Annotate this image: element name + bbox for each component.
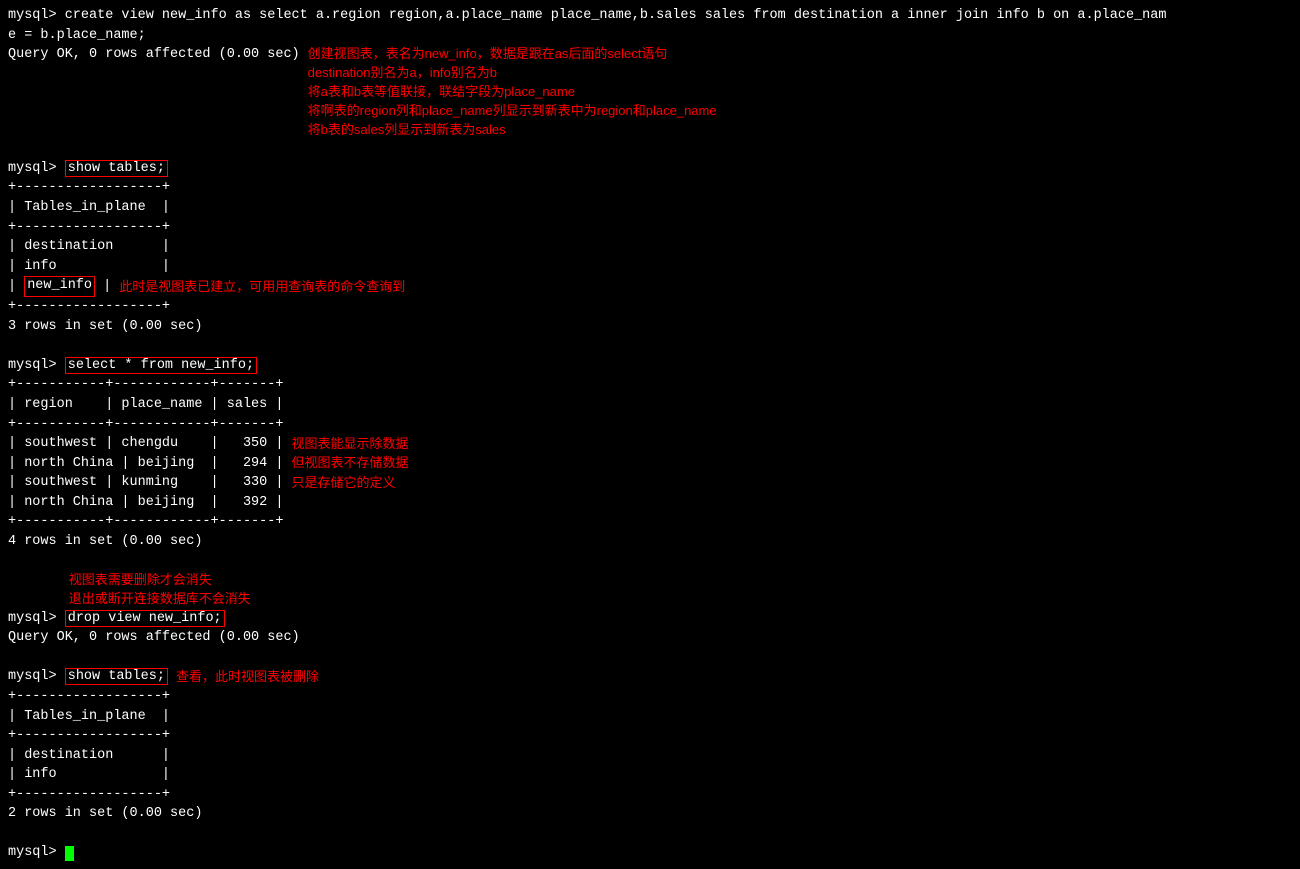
ann5: 查看，此时视图表被删除 [176, 668, 319, 686]
cmd3-line: mysql> select * from new_info; [8, 356, 1292, 376]
table1-footer: +------------------+ [8, 297, 1292, 317]
table2-sep: +-----------+------------+-------+ [8, 415, 1292, 435]
table1-row3-pre: | [8, 277, 24, 297]
blank4 [8, 648, 1292, 668]
ann4-block: mysql> 视图表需要删除才会消失 退出或断开连接数据库不会消失 [8, 571, 1292, 609]
ann1-5: 将b表的sales列显示到新表为sales [308, 121, 717, 140]
table2-count: 4 rows in set (0.00 sec) [8, 532, 1292, 552]
table1-row3-line: | new_info | 此时是视图表已建立，可用用查询表的命令查询到 [8, 276, 1292, 297]
cmd4-boxed: drop view new_info; [65, 610, 225, 627]
cmd2-text: mysql> show tables; [8, 159, 168, 179]
cmd4-pre: mysql> drop view new_info; [8, 609, 225, 629]
table3-r1: | destination | [8, 746, 1292, 766]
table2-row4: | north China | beijing | 392 | [8, 493, 1292, 513]
cmd2-boxed: show tables; [65, 160, 168, 177]
table1-sep1: +------------------+ [8, 218, 1292, 238]
ann4-texts: 视图表需要删除才会消失 退出或断开连接数据库不会消失 [69, 571, 251, 609]
ann3-1: 视图表能显示除数据 [291, 435, 408, 453]
blank1 [8, 139, 1292, 159]
blank3 [8, 551, 1292, 571]
cmd5-boxed: show tables; [65, 668, 168, 685]
final-prompt-line: mysql> [8, 843, 1292, 863]
cursor [65, 846, 74, 861]
ann1-3: 将a表和b表等值联接，联结字段为place_name [308, 83, 717, 102]
annotation-block-1: 创建视图表，表名为new_info，数据是跟在as后面的select语句 des… [308, 45, 717, 139]
ann1-1: 创建视图表，表名为new_info，数据是跟在as后面的select语句 [308, 45, 717, 64]
result1-line: Query OK, 0 rows affected (0.00 sec) 创建视… [8, 45, 1292, 139]
result1-text: Query OK, 0 rows affected (0.00 sec) [8, 45, 300, 65]
final-prompt: mysql> [8, 843, 65, 863]
blank2 [8, 336, 1292, 356]
table1-count: 3 rows in set (0.00 sec) [8, 317, 1292, 337]
table2-footer: +-----------+------------+-------+ [8, 512, 1292, 532]
table1-row3-post: | [95, 277, 111, 297]
blank5 [8, 824, 1292, 844]
terminal-output: mysql> create view new_info as select a.… [8, 6, 1292, 45]
cmd2-line: mysql> show tables; [8, 159, 1292, 179]
table3-header: +------------------+ [8, 687, 1292, 707]
table1-row3-boxed: new_info [24, 276, 95, 297]
ann1-2: destination别名为a，info别名为b [308, 64, 717, 83]
table1-header: +------------------+ [8, 178, 1292, 198]
ann3-2: 但视图表不存储数据 [291, 454, 408, 472]
ann4-1: 视图表需要删除才会消失 [69, 571, 251, 590]
table3-r2: | info | [8, 765, 1292, 785]
ann4-2: 退出或断开连接数据库不会消失 [69, 590, 251, 609]
cmd1-line: mysql> create view new_info as select a.… [8, 8, 1167, 23]
cmd3-boxed: select * from new_info; [65, 357, 257, 374]
table2-row2: | north China | beijing | 294 | [8, 454, 283, 474]
table3-col: | Tables_in_plane | [8, 707, 1292, 727]
table1-col: | Tables_in_plane | [8, 198, 1292, 218]
table2-row3: | southwest | kunming | 330 | [8, 473, 283, 493]
table2-row1-line: | southwest | chengdu | 350 | 视图表能显示除数据 [8, 434, 1292, 454]
table2-header: +-----------+------------+-------+ [8, 375, 1292, 395]
ann1-4: 将啊表的region列和place_name列显示到新表中为region和pla… [308, 102, 717, 121]
table2-row2-line: | north China | beijing | 294 | 但视图表不存储数… [8, 454, 1292, 474]
table2-row3-line: | southwest | kunming | 330 | 只是存储它的定义 [8, 473, 1292, 493]
cmd5-line: mysql> show tables; 查看，此时视图表被删除 [8, 667, 1292, 687]
cmd4-line: mysql> drop view new_info; [8, 609, 1292, 629]
table2-col: | region | place_name | sales | [8, 395, 1292, 415]
table1-row1: | destination | [8, 237, 1292, 257]
cmd5-pre: mysql> show tables; [8, 667, 168, 687]
table2-row1: | southwest | chengdu | 350 | [8, 434, 283, 454]
cmd3-text: mysql> select * from new_info; [8, 356, 257, 376]
table3-sep: +------------------+ [8, 726, 1292, 746]
table1-row2: | info | [8, 257, 1292, 277]
table3-count: 2 rows in set (0.00 sec) [8, 804, 1292, 824]
ann3-3: 只是存储它的定义 [291, 474, 395, 492]
cmd1-cont-line: e = b.place_name; [8, 28, 146, 43]
cmd4-result: Query OK, 0 rows affected (0.00 sec) [8, 628, 1292, 648]
ann2: 此时是视图表已建立，可用用查询表的命令查询到 [119, 278, 405, 296]
